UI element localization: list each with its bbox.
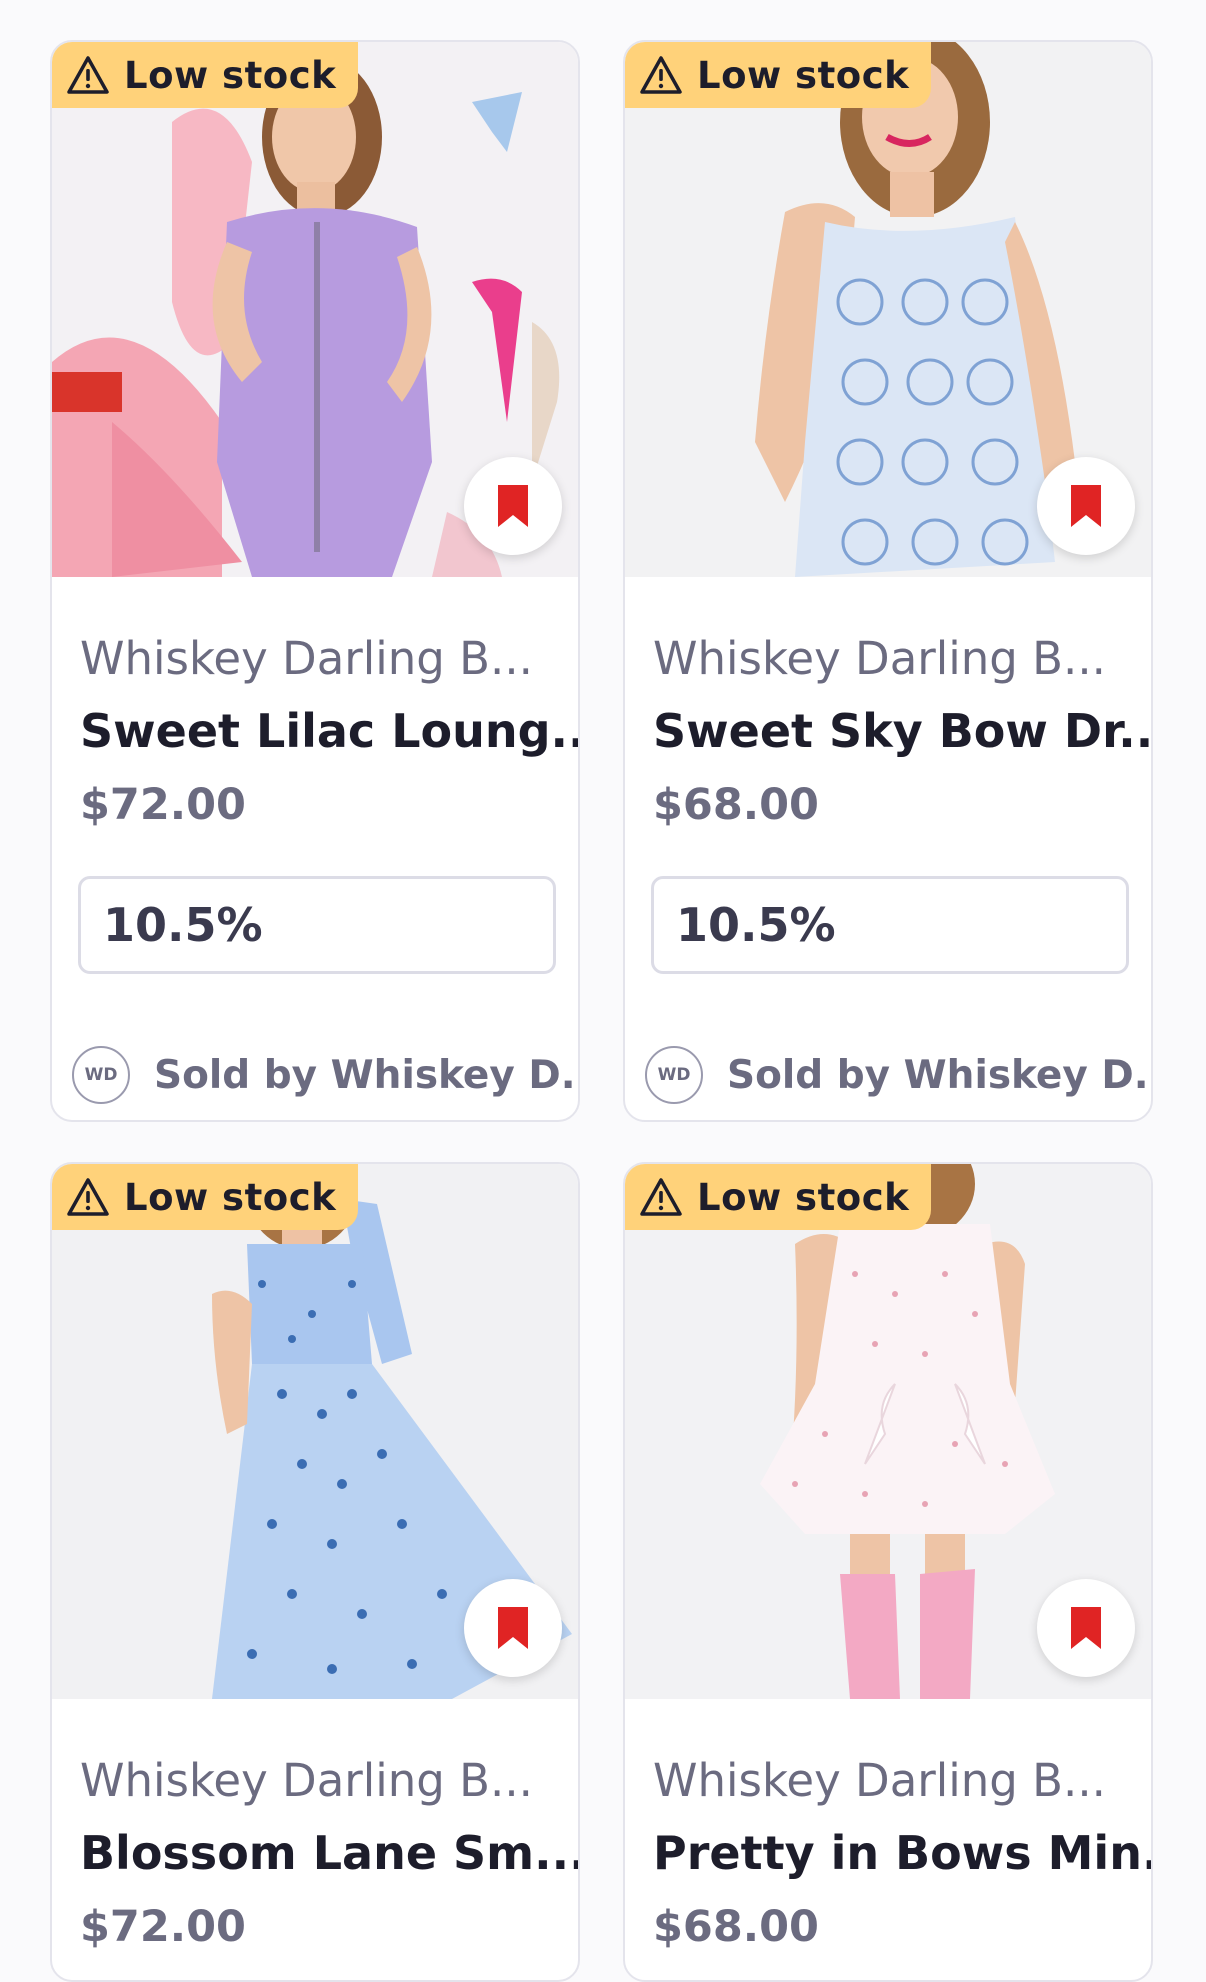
low-stock-badge: Low stock: [52, 42, 359, 108]
product-title[interactable]: Sweet Lilac Loung...: [80, 704, 578, 758]
brand-name[interactable]: Whiskey Darling B...: [80, 1754, 533, 1807]
product-image[interactable]: Low stock: [625, 1164, 1151, 1699]
product-image[interactable]: Low stock: [52, 42, 578, 577]
product-card[interactable]: Low stock Whiskey Darling B... Sweet Sky…: [623, 40, 1153, 1122]
low-stock-label: Low stock: [697, 1175, 910, 1219]
product-image[interactable]: Low stock: [52, 1164, 578, 1699]
brand-name[interactable]: Whiskey Darling B...: [653, 1754, 1106, 1807]
product-card[interactable]: Low stock Whiskey Darling B... Blossom L…: [50, 1162, 580, 1982]
save-button[interactable]: [464, 457, 562, 555]
low-stock-badge: Low stock: [625, 42, 932, 108]
product-image[interactable]: Low stock: [625, 42, 1151, 577]
low-stock-badge: Low stock: [625, 1164, 932, 1230]
product-title[interactable]: Sweet Sky Bow Dr...: [653, 704, 1151, 758]
warning-icon: [640, 1178, 682, 1216]
product-title[interactable]: Pretty in Bows Min...: [653, 1826, 1151, 1880]
product-price: $68.00: [653, 780, 819, 830]
save-button[interactable]: [1037, 1579, 1135, 1677]
seller-avatar: WD: [645, 1046, 703, 1104]
bookmark-icon: [498, 485, 528, 527]
commission-value: 10.5%: [676, 898, 836, 952]
low-stock-badge: Low stock: [52, 1164, 359, 1230]
product-price: $68.00: [653, 1902, 819, 1952]
seller-name: Sold by Whiskey D...: [154, 1052, 580, 1098]
low-stock-label: Low stock: [697, 53, 910, 97]
seller-name: Sold by Whiskey D...: [727, 1052, 1153, 1098]
commission-rate-field[interactable]: 10.5%: [78, 876, 556, 974]
low-stock-label: Low stock: [124, 1175, 337, 1219]
warning-icon: [67, 1178, 109, 1216]
product-price: $72.00: [80, 780, 246, 830]
commission-rate-field[interactable]: 10.5%: [651, 876, 1129, 974]
seller-avatar: WD: [72, 1046, 130, 1104]
commission-value: 10.5%: [103, 898, 263, 952]
save-button[interactable]: [464, 1579, 562, 1677]
product-price: $72.00: [80, 1902, 246, 1952]
save-button[interactable]: [1037, 457, 1135, 555]
seller-info[interactable]: WD Sold by Whiskey D...: [645, 1046, 1153, 1104]
brand-name[interactable]: Whiskey Darling B...: [653, 632, 1106, 685]
warning-icon: [640, 56, 682, 94]
seller-info[interactable]: WD Sold by Whiskey D...: [72, 1046, 580, 1104]
bookmark-icon: [498, 1607, 528, 1649]
product-grid: Low stock Whiskey Darling B... Sweet Lil…: [0, 0, 1206, 1982]
bookmark-icon: [1071, 485, 1101, 527]
product-card[interactable]: Low stock Whiskey Darling B... Pretty in…: [623, 1162, 1153, 1982]
low-stock-label: Low stock: [124, 53, 337, 97]
warning-icon: [67, 56, 109, 94]
product-card[interactable]: Low stock Whiskey Darling B... Sweet Lil…: [50, 40, 580, 1122]
brand-name[interactable]: Whiskey Darling B...: [80, 632, 533, 685]
product-title[interactable]: Blossom Lane Sm...: [80, 1826, 578, 1880]
bookmark-icon: [1071, 1607, 1101, 1649]
